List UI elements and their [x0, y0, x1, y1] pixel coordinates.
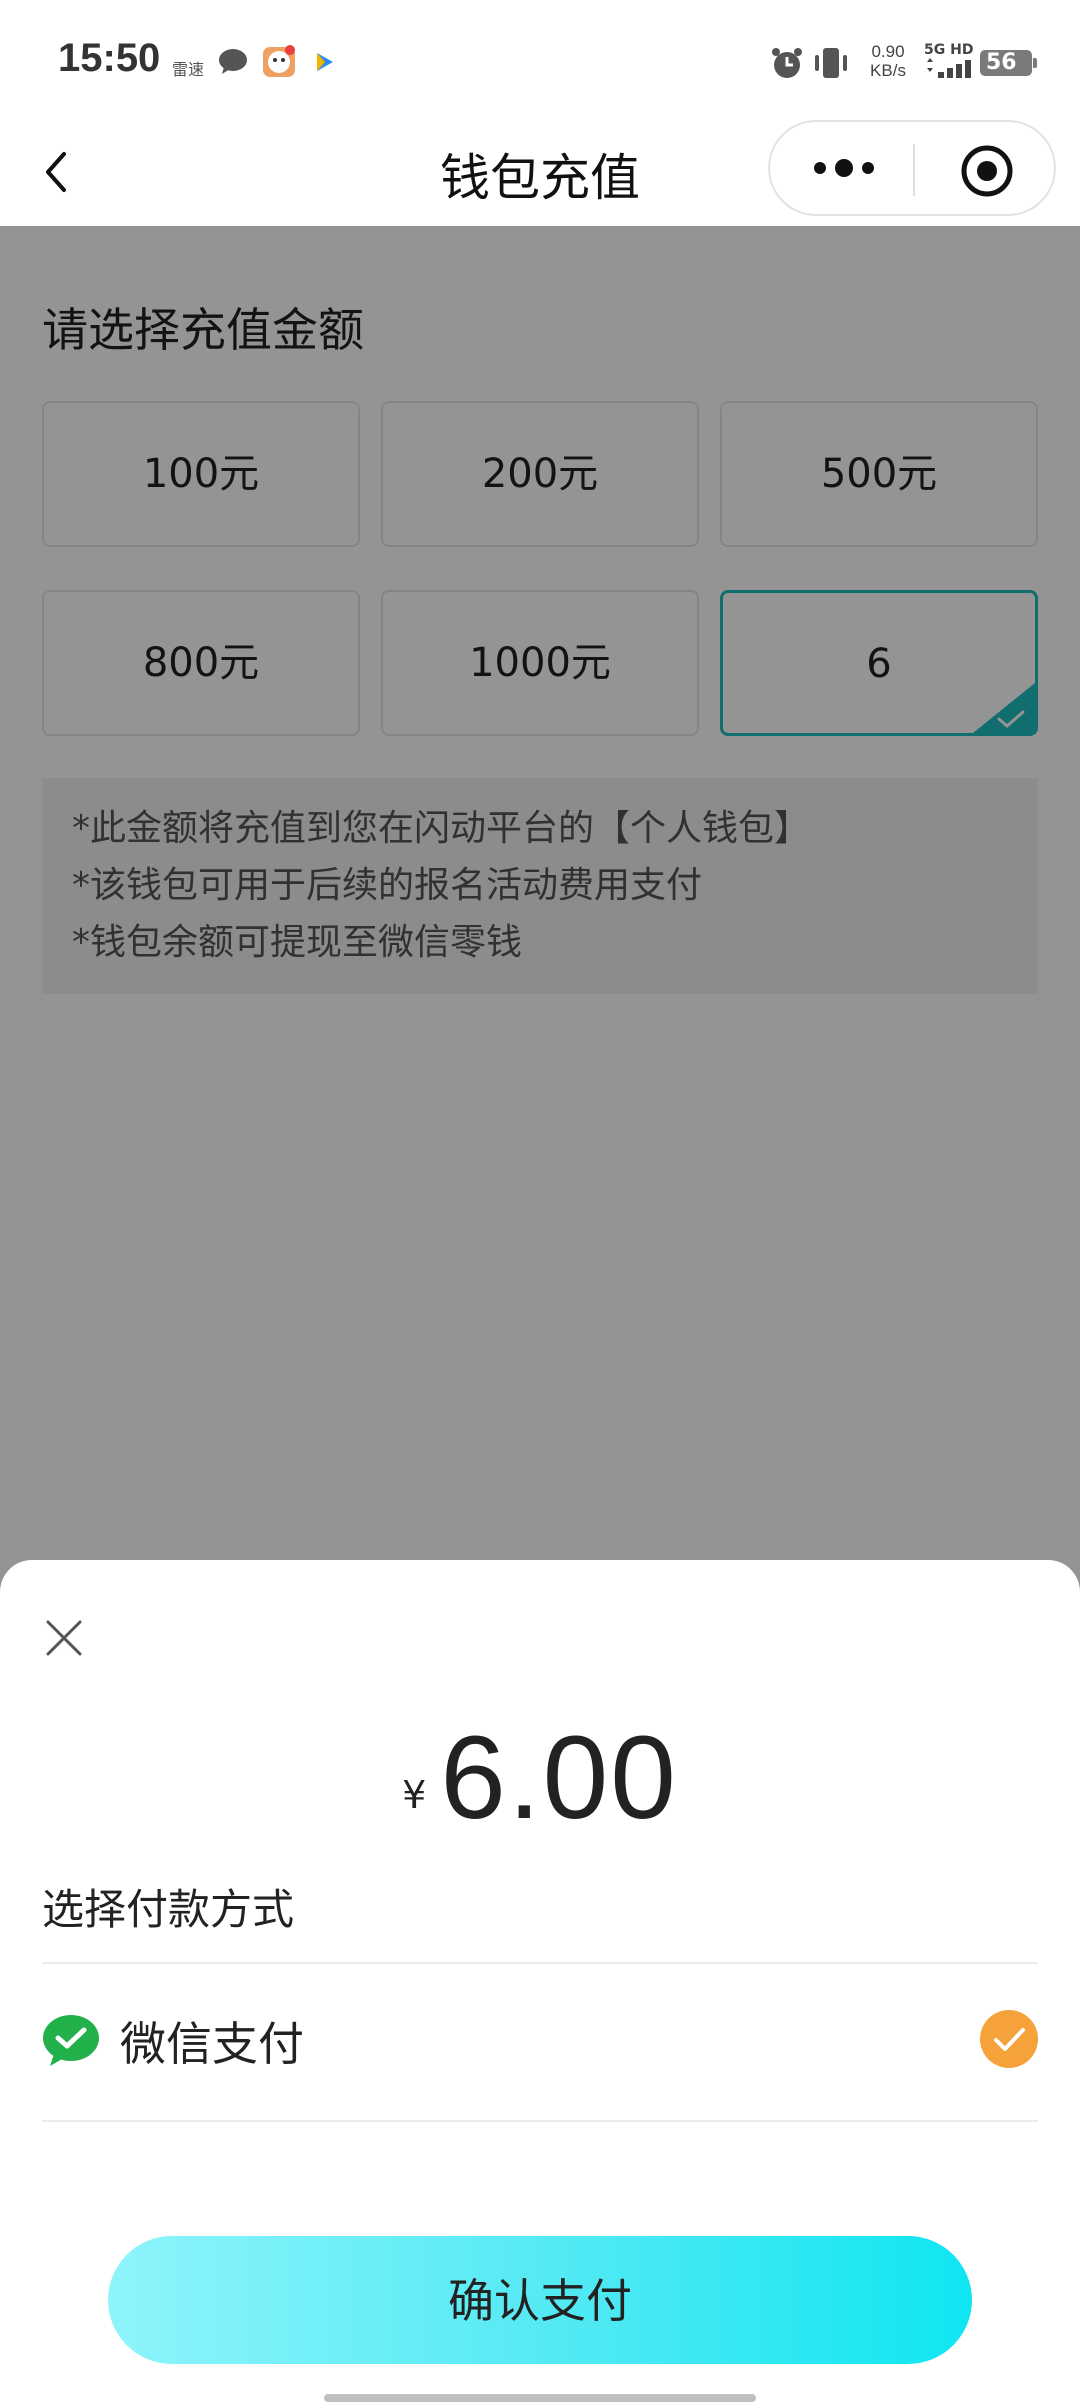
- confirm-payment-button[interactable]: 确认支付: [108, 2236, 972, 2364]
- vibrate-icon: [815, 48, 847, 78]
- network-speed: 0.90 KB/s: [860, 42, 916, 80]
- capsule-divider: [913, 144, 915, 196]
- network-speed-value: 0.90: [871, 42, 905, 61]
- video-app-icon: [317, 53, 333, 71]
- amount-value: 6.00: [440, 1712, 678, 1844]
- pay-method-label: 微信支付: [120, 2017, 304, 2071]
- divider: [42, 2120, 1038, 2122]
- check-circle-icon[interactable]: [980, 2010, 1038, 2068]
- battery-level: 56: [980, 50, 1037, 76]
- status-bar: 15:50 雷速 0.90 KB/s 5G HD 56: [0, 0, 1080, 120]
- more-options-icon[interactable]: [808, 150, 880, 186]
- close-icon[interactable]: [44, 1618, 84, 1658]
- home-indicator[interactable]: [324, 2394, 756, 2402]
- pay-method-title: 选择付款方式: [42, 1885, 295, 1934]
- payment-amount: ¥6.00: [0, 1710, 1080, 1846]
- pay-method-wechat[interactable]: 微信支付: [42, 1964, 1038, 2114]
- signal-bars-icon: [927, 58, 971, 78]
- signal-indicator: 5G HD: [924, 42, 978, 84]
- app-mascot-icon: [263, 45, 295, 77]
- status-time: 15:50: [58, 36, 161, 80]
- wechat-pay-icon: [43, 2015, 99, 2066]
- currency-symbol: ¥: [402, 1773, 427, 1817]
- chat-bubble-icon: [219, 49, 247, 74]
- signal-label: 5G HD: [924, 42, 974, 58]
- network-speed-unit: KB/s: [870, 61, 906, 80]
- nav-bar: 钱包充值: [0, 120, 1080, 226]
- status-app-label: 雷速: [172, 60, 205, 79]
- alarm-icon: [772, 48, 802, 78]
- mini-program-capsule: [768, 120, 1056, 216]
- close-mini-program-icon[interactable]: [960, 144, 1014, 198]
